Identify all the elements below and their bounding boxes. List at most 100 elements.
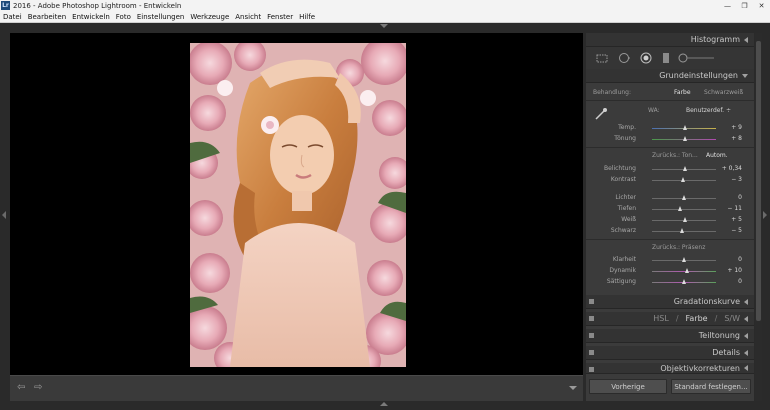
tone-reset-button[interactable]: Zurücks.: Ton... [652,152,698,159]
treatment-color-option[interactable]: Farbe [674,89,691,96]
temp-slider-row: Temp. + 9 [586,123,754,133]
spot-removal-icon[interactable] [618,52,630,64]
show-left-panel-icon[interactable] [2,211,6,219]
panel-details-header[interactable]: Details [586,346,754,360]
menu-bearbeiten[interactable]: Bearbeiten [25,13,69,21]
blacks-value[interactable]: − 5 [731,227,742,234]
maximize-button[interactable]: ❐ [739,1,750,10]
blacks-slider-row: Schwarz − 5 [586,226,754,236]
show-top-panel-icon[interactable] [380,24,388,28]
blacks-slider-thumb[interactable] [680,228,685,233]
collapse-icon [744,349,748,356]
saturation-slider-thumb[interactable] [681,279,686,284]
treatment-bw-option[interactable]: Schwarzweiß [704,89,743,96]
contrast-value[interactable]: − 3 [731,176,742,183]
panel-toggle-icon[interactable] [589,367,594,372]
menu-einstellungen[interactable]: Einstellungen [134,13,187,21]
shadows-value[interactable]: − 11 [727,205,742,212]
highlights-slider-row: Lichter 0 [586,193,754,203]
window-title: 2016 - Adobe Photoshop Lightroom - Entwi… [13,1,182,10]
details-title: Details [712,348,740,357]
eyedropper-icon[interactable] [594,107,608,121]
portrait-photo-illustration [190,43,406,367]
presence-reset-button[interactable]: Zurücks.: Präsenz [652,244,705,251]
whites-slider-row: Weiß + 5 [586,215,754,225]
menu-entwickeln[interactable]: Entwickeln [69,13,113,21]
panel-basic-header[interactable]: Grundeinstellungen [586,69,754,83]
temp-slider-thumb[interactable] [683,125,688,130]
whites-slider-thumb[interactable] [682,217,687,222]
adjustment-brush-icon[interactable] [678,52,716,64]
panel-toggle-icon[interactable] [589,333,594,338]
shadows-track[interactable] [652,209,716,210]
panel-toggle-icon[interactable] [589,350,594,355]
panel-scrollbar[interactable] [755,33,762,401]
wb-dropdown[interactable]: Benutzerdef. ÷ [686,107,731,114]
clarity-value[interactable]: 0 [738,256,742,263]
contrast-label: Kontrast [610,176,636,183]
menu-foto[interactable]: Foto [113,13,134,21]
panel-split-toning-header[interactable]: Teiltonung [586,329,754,343]
tone-auto-button[interactable]: Autom. [706,152,728,159]
close-button[interactable]: ✕ [756,1,767,10]
expand-icon [742,73,748,78]
show-right-panel-icon[interactable] [763,211,767,219]
panel-scrollbar-thumb[interactable] [756,41,761,321]
panel-histogram-header[interactable]: Histogramm [586,33,754,47]
tint-slider-thumb[interactable] [683,136,688,141]
panel-toggle-icon[interactable] [589,299,594,304]
title-bar: Lr 2016 - Adobe Photoshop Lightroom - En… [0,0,770,11]
treatment-label: Behandlung: [593,89,632,96]
exposure-label: Belichtung [603,165,636,172]
highlights-value[interactable]: 0 [738,194,742,201]
panel-tone-curve-header[interactable]: Gradationskurve [586,295,754,309]
saturation-label: Sättigung [606,278,636,285]
image-canvas[interactable] [10,33,583,375]
show-filmstrip-icon[interactable] [380,402,388,406]
set-default-button[interactable]: Standard festlegen... [671,379,751,394]
tint-slider-row: Tönung + 8 [586,134,754,144]
panel-toggle-icon[interactable] [589,316,594,321]
divider [586,239,754,240]
graduated-filter-icon[interactable] [660,52,672,64]
crop-overlay-icon[interactable] [596,52,608,64]
lens-title: Objektivkorrekturen [660,363,740,373]
whites-value[interactable]: + 5 [731,216,742,223]
panel-hsl-header[interactable]: HSL / Farbe / S/W [586,312,754,326]
previous-button[interactable]: Vorherige [589,379,667,394]
vibrance-slider-thumb[interactable] [684,268,689,273]
menu-hilfe[interactable]: Hilfe [296,13,318,21]
clarity-slider-thumb[interactable] [681,257,686,262]
bw-tab[interactable]: S/W [724,314,740,323]
shadows-slider-thumb[interactable] [678,206,683,211]
red-eye-icon[interactable] [640,52,652,64]
vibrance-value[interactable]: + 10 [727,267,742,274]
highlights-slider-thumb[interactable] [681,195,686,200]
saturation-value[interactable]: 0 [738,278,742,285]
tone-curve-title: Gradationskurve [673,297,740,306]
contrast-slider-thumb[interactable] [680,177,685,182]
color-tab[interactable]: Farbe [686,314,708,323]
panel-lens-header[interactable]: Objektivkorrekturen [586,363,754,374]
menu-datei[interactable]: Datei [0,13,25,21]
tint-value[interactable]: + 8 [731,135,742,142]
menu-ansicht[interactable]: Ansicht [232,13,264,21]
temp-value[interactable]: + 9 [731,124,742,131]
menu-werkzeuge[interactable]: Werkzeuge [187,13,232,21]
clarity-label: Klarheit [612,256,636,263]
menu-bar: Datei Bearbeiten Entwickeln Foto Einstel… [0,11,770,23]
presence-reset-row: Zurücks.: Präsenz [586,243,754,253]
collapse-icon [744,365,748,371]
toolbar-menu-icon[interactable] [569,386,577,390]
divider [586,147,754,148]
menu-fenster[interactable]: Fenster [264,13,296,21]
hsl-tab[interactable]: HSL [653,314,669,323]
minimize-button[interactable]: — [722,1,733,10]
exposure-value[interactable]: + 0,34 [722,165,742,172]
arrow-left-icon[interactable]: ⇦ [17,383,31,393]
arrow-right-icon[interactable]: ⇨ [34,383,48,393]
toolbar: ⇦ ⇨ [10,375,583,401]
tool-strip [586,47,754,69]
saturation-slider-row: Sättigung 0 [586,277,754,287]
exposure-slider-thumb[interactable] [683,166,688,171]
